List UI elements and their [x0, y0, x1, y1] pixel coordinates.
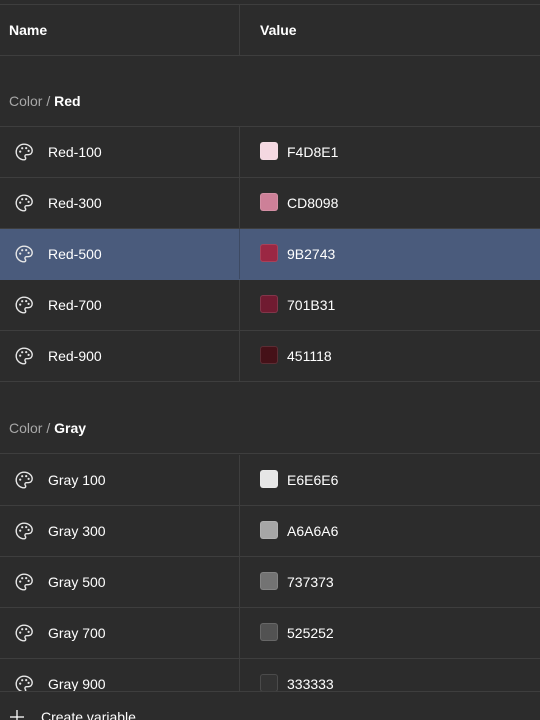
palette-icon: [14, 142, 34, 162]
variable-name[interactable]: Gray 700: [48, 608, 106, 658]
palette-icon: [14, 244, 34, 264]
variable-row[interactable]: Gray 500 737373: [0, 557, 540, 608]
column-divider: [239, 557, 240, 607]
variable-name[interactable]: Red-300: [48, 178, 102, 228]
create-variable-label: Create variable: [41, 709, 136, 720]
variable-name[interactable]: Gray 500: [48, 557, 106, 607]
palette-icon: [14, 193, 34, 213]
variable-row[interactable]: Gray 100 E6E6E6: [0, 455, 540, 506]
variable-name[interactable]: Gray 300: [48, 506, 106, 556]
table-header: Name Value: [0, 5, 540, 56]
color-swatch[interactable]: [260, 470, 278, 488]
column-divider: [239, 127, 240, 177]
palette-icon: [14, 623, 34, 643]
variable-value[interactable]: E6E6E6: [287, 455, 338, 505]
color-swatch[interactable]: [260, 244, 278, 262]
variable-row[interactable]: Gray 700 525252: [0, 608, 540, 659]
group-title: Color / Gray: [9, 420, 86, 436]
column-header-value[interactable]: Value: [260, 5, 297, 55]
group-prefix: Color /: [9, 93, 55, 109]
variable-value[interactable]: 737373: [287, 557, 334, 607]
palette-icon: [14, 521, 34, 541]
palette-icon: [14, 470, 34, 490]
variable-row[interactable]: Red-900 451118: [0, 331, 540, 382]
column-header-name[interactable]: Name: [9, 5, 47, 55]
color-swatch[interactable]: [260, 295, 278, 313]
variable-row[interactable]: Red-100 F4D8E1: [0, 127, 540, 178]
column-divider: [239, 229, 240, 279]
create-variable-button[interactable]: Create variable: [0, 691, 540, 720]
variable-name[interactable]: Red-900: [48, 331, 102, 381]
group-header-red[interactable]: Color / Red: [0, 56, 540, 127]
variable-value[interactable]: A6A6A6: [287, 506, 338, 556]
column-divider: [239, 178, 240, 228]
color-swatch[interactable]: [260, 193, 278, 211]
color-swatch[interactable]: [260, 674, 278, 692]
variable-value[interactable]: CD8098: [287, 178, 338, 228]
variable-name[interactable]: Red-700: [48, 280, 102, 330]
variable-row[interactable]: Red-300 CD8098: [0, 178, 540, 229]
plus-icon: [10, 710, 24, 720]
group-header-gray[interactable]: Color / Gray: [0, 383, 540, 454]
column-divider: [239, 608, 240, 658]
variable-value[interactable]: F4D8E1: [287, 127, 338, 177]
variable-value[interactable]: 9B2743: [287, 229, 335, 279]
palette-icon: [14, 346, 34, 366]
color-swatch[interactable]: [260, 142, 278, 160]
variables-panel: Name Value Color / Red Red-100 F4D8E1 Red-…: [0, 0, 540, 720]
column-divider: [239, 506, 240, 556]
variable-row[interactable]: Gray 300 A6A6A6: [0, 506, 540, 557]
group-name: Gray: [54, 420, 87, 436]
group-title: Color / Red: [9, 93, 81, 109]
variable-name[interactable]: Gray 100: [48, 455, 106, 505]
header-column-divider: [239, 5, 240, 55]
column-divider: [239, 280, 240, 330]
variable-value[interactable]: 451118: [287, 331, 332, 381]
color-swatch[interactable]: [260, 623, 278, 641]
color-swatch[interactable]: [260, 521, 278, 539]
column-divider: [239, 455, 240, 505]
column-divider: [239, 331, 240, 381]
variable-name[interactable]: Red-500: [48, 229, 102, 279]
palette-icon: [14, 295, 34, 315]
color-swatch[interactable]: [260, 346, 278, 364]
variable-value[interactable]: 701B31: [287, 280, 335, 330]
variable-row[interactable]: Red-500 9B2743: [0, 229, 540, 280]
palette-icon: [14, 572, 34, 592]
variable-name[interactable]: Red-100: [48, 127, 102, 177]
group-prefix: Color /: [9, 420, 55, 436]
group-name: Red: [54, 93, 81, 109]
color-swatch[interactable]: [260, 572, 278, 590]
variable-row[interactable]: Red-700 701B31: [0, 280, 540, 331]
variable-value[interactable]: 525252: [287, 608, 334, 658]
